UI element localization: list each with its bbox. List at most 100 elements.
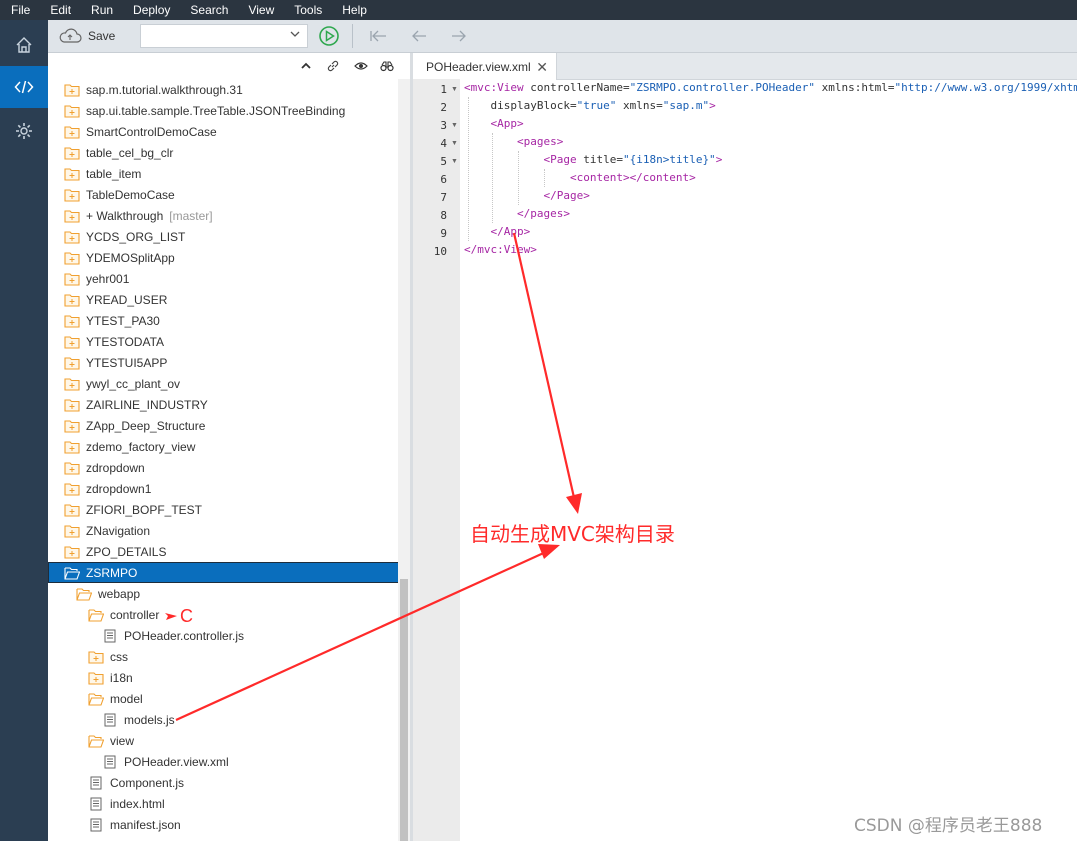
tree-folder-item[interactable]: YTESTODATA	[48, 331, 398, 352]
git-branch-label: [master]	[169, 208, 213, 223]
development-button[interactable]	[0, 66, 48, 108]
collapse-up-icon[interactable]	[299, 59, 313, 73]
code-token: <pages>	[464, 135, 564, 148]
menu-item-run[interactable]: Run	[91, 3, 113, 17]
folder-icon	[64, 209, 80, 223]
code-token: <content></content>	[464, 171, 696, 184]
tree-folder-item[interactable]: YCDS_ORG_LIST	[48, 226, 398, 247]
tree-folder-item[interactable]: i18n	[48, 667, 398, 688]
menu-item-tools[interactable]: Tools	[294, 3, 322, 17]
editor-tab-bar: POHeader.view.xml ✕	[413, 53, 1077, 80]
tree-folder-item[interactable]: yehr001	[48, 268, 398, 289]
run-icon[interactable]	[318, 25, 340, 47]
file-icon	[102, 755, 118, 769]
tree-item-label: YREAD_USER	[86, 292, 168, 307]
fold-toggle-icon[interactable]: ▼	[451, 122, 458, 129]
tree-folder-item[interactable]: ywyl_cc_plant_ov	[48, 373, 398, 394]
menu-item-help[interactable]: Help	[342, 3, 367, 17]
tree-folder-item[interactable]: sap.ui.table.sample.TreeTable.JSONTreeBi…	[48, 100, 398, 121]
binoculars-icon[interactable]	[380, 59, 394, 73]
tree-folder-item[interactable]: + Walkthrough [master]	[48, 205, 398, 226]
tree-folder-item[interactable]: ZPO_DETAILS	[48, 541, 398, 562]
tree-folder-item[interactable]: table_item	[48, 163, 398, 184]
forward-arrow-icon[interactable]	[450, 28, 468, 44]
toolbar-separator	[352, 24, 353, 48]
tree-item-label: zdropdown1	[86, 481, 152, 496]
tree-folder-item[interactable]: ZSRMPO	[48, 562, 398, 583]
tree-item-label: YTESTODATA	[86, 334, 165, 349]
tree-folder-item[interactable]: YDEMOSplitApp	[48, 247, 398, 268]
run-configuration-select[interactable]	[140, 24, 308, 48]
tree-file-item[interactable]: POHeader.view.xml	[48, 751, 398, 772]
tree-folder-item[interactable]: zdropdown	[48, 457, 398, 478]
file-icon	[102, 629, 118, 643]
fold-toggle-icon[interactable]: ▼	[451, 158, 458, 165]
tree-folder-item[interactable]: table_cel_bg_clr	[48, 142, 398, 163]
tree-item-label: ywyl_cc_plant_ov	[86, 376, 181, 391]
tree-folder-item[interactable]: SmartControlDemoCase	[48, 121, 398, 142]
home-button[interactable]	[0, 24, 48, 66]
save-button[interactable]: Save	[58, 25, 115, 47]
tree-file-item[interactable]: index.html	[48, 793, 398, 814]
folder-icon	[88, 671, 104, 685]
tree-scrollbar[interactable]	[398, 79, 410, 841]
tree-folder-item[interactable]: webapp	[48, 583, 398, 604]
folder-icon	[64, 482, 80, 496]
line-number: 6	[440, 173, 447, 186]
menu-item-deploy[interactable]: Deploy	[133, 3, 170, 17]
tree-folder-item[interactable]: zdemo_factory_view	[48, 436, 398, 457]
tree-folder-item[interactable]: controller	[48, 604, 398, 625]
menu-item-edit[interactable]: Edit	[50, 3, 71, 17]
close-icon[interactable]: ✕	[536, 59, 548, 76]
tree-folder-item[interactable]: YTEST_PA30	[48, 310, 398, 331]
tree-item-label: TableDemoCase	[86, 187, 175, 202]
folder-icon	[64, 104, 80, 118]
tree-folder-item[interactable]: sap.m.tutorial.walkthrough.31	[48, 79, 398, 100]
tree-folder-item[interactable]: TableDemoCase	[48, 184, 398, 205]
code-token: controllerName=	[530, 81, 630, 94]
menu-item-search[interactable]: Search	[190, 3, 228, 17]
last-edit-icon[interactable]	[370, 28, 388, 44]
tree-item-label: YTESTUI5APP	[86, 355, 168, 370]
code-token: </Page>	[464, 189, 590, 202]
tree-item-label: i18n	[110, 670, 133, 685]
tree-folder-item[interactable]: view	[48, 730, 398, 751]
tree-folder-item[interactable]: zdropdown1	[48, 478, 398, 499]
tree-item-label: YCDS_ORG_LIST	[86, 229, 186, 244]
code-token: <mvc:View	[464, 81, 531, 94]
code-token: <Page	[464, 153, 584, 166]
tree-file-item[interactable]: models.js	[48, 709, 398, 730]
tree-folder-item[interactable]: model	[48, 688, 398, 709]
code-token: </App>	[464, 225, 531, 238]
back-arrow-icon[interactable]	[410, 28, 428, 44]
tree-item-label: controller	[110, 607, 160, 622]
tab-poheader-view-xml[interactable]: POHeader.view.xml ✕	[413, 53, 557, 80]
tree-file-item[interactable]: Component.js	[48, 772, 398, 793]
folder-open-icon	[88, 692, 105, 706]
menu-item-view[interactable]: View	[248, 3, 274, 17]
code-line: <App>	[464, 115, 523, 133]
scrollbar-thumb[interactable]	[400, 579, 408, 841]
tree-folder-item[interactable]: css	[48, 646, 398, 667]
fold-toggle-icon[interactable]: ▼	[451, 86, 458, 93]
link-icon[interactable]	[326, 59, 340, 73]
tree-folder-item[interactable]: ZFIORI_BOPF_TEST	[48, 499, 398, 520]
tree-folder-item[interactable]: ZApp_Deep_Structure	[48, 415, 398, 436]
code-line: displayBlock="true" xmlns="sap.m">	[464, 97, 715, 115]
tree-file-item[interactable]: POHeader.controller.js	[48, 625, 398, 646]
tree-folder-item[interactable]: YREAD_USER	[48, 289, 398, 310]
settings-button[interactable]	[0, 110, 48, 152]
tree-folder-item[interactable]: ZAIRLINE_INDUSTRY	[48, 394, 398, 415]
fold-toggle-icon[interactable]: ▼	[451, 140, 458, 147]
tree-item-label: SmartControlDemoCase	[86, 124, 217, 139]
project-tree: sap.m.tutorial.walkthrough.31 sap.ui.tabl…	[48, 79, 398, 841]
menu-item-file[interactable]: File	[11, 3, 30, 17]
tree-folder-item[interactable]: YTESTUI5APP	[48, 352, 398, 373]
code-editor[interactable]: <mvc:View controllerName="ZSRMPO.control…	[464, 79, 1077, 841]
code-token: "true"	[576, 99, 617, 112]
tree-file-item[interactable]: manifest.json	[48, 814, 398, 835]
tree-item-label: css	[110, 649, 128, 664]
eye-icon[interactable]	[354, 59, 368, 73]
tree-item-label: view	[110, 733, 135, 748]
tree-folder-item[interactable]: ZNavigation	[48, 520, 398, 541]
